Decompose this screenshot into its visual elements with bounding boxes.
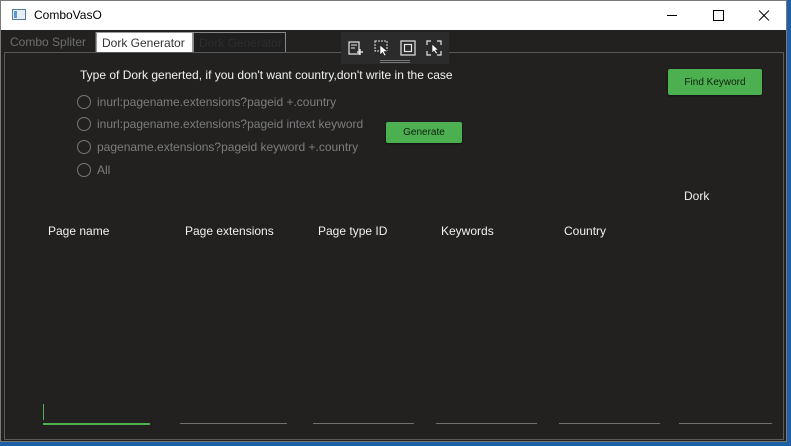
page-extensions-label: Page extensions	[185, 224, 274, 238]
maximize-icon[interactable]	[695, 1, 741, 30]
radio-label: pagename.extensions?pageid keyword +.cou…	[97, 140, 359, 154]
tab-dork-generator[interactable]: Dork Generator	[96, 32, 193, 53]
keywords-input[interactable]	[436, 423, 537, 424]
country-input[interactable]	[559, 423, 660, 424]
radio-button[interactable]	[77, 117, 91, 131]
radio-label: inurl:pagename.extensions?pageid intext …	[97, 117, 364, 131]
app-window: ComboVasO Combo Spliter Dork Generator D…	[0, 0, 787, 442]
window-title: ComboVasO	[34, 8, 102, 22]
minimize-icon[interactable]	[649, 1, 695, 30]
tab-combo-spliter[interactable]: Combo Spliter	[5, 32, 96, 53]
toolbar-drag-handle[interactable]	[380, 60, 410, 63]
radio-option-keyword-country[interactable]: pagename.extensions?pageid keyword +.cou…	[77, 139, 377, 155]
title-bar[interactable]: ComboVasO	[1, 1, 786, 30]
dork-type-heading: Type of Dork generted, if you don't want…	[80, 68, 453, 82]
text-caret	[43, 404, 44, 420]
dork-label: Dork	[684, 189, 710, 203]
keywords-label: Keywords	[441, 224, 494, 238]
radio-label: All	[97, 163, 111, 177]
dork-output-field[interactable]	[679, 423, 772, 424]
tab-content-panel	[4, 52, 784, 440]
radio-option-inurl-intext[interactable]: inurl:pagename.extensions?pageid intext …	[77, 116, 377, 132]
find-keyword-button[interactable]: Find Keyword	[668, 69, 762, 95]
radio-label: inurl:pagename.extensions?pageid +.count…	[97, 95, 337, 109]
select-element-icon[interactable]	[374, 40, 390, 56]
track-focused-element-icon[interactable]	[426, 40, 442, 56]
radio-button[interactable]	[77, 95, 91, 109]
generate-button[interactable]: Generate	[386, 122, 462, 143]
live-visual-tree-icon[interactable]	[348, 40, 364, 56]
radio-button[interactable]	[77, 163, 91, 177]
radio-option-inurl-country[interactable]: inurl:pagename.extensions?pageid +.count…	[77, 94, 377, 110]
page-extensions-input[interactable]	[180, 423, 287, 424]
page-type-id-label: Page type ID	[318, 224, 388, 238]
radio-option-all[interactable]: All	[77, 162, 377, 178]
tab-dork-generator-2[interactable]: Dork Generator	[193, 32, 286, 53]
close-icon[interactable]	[741, 1, 787, 30]
page-name-input[interactable]	[43, 423, 150, 425]
radio-button[interactable]	[77, 140, 91, 154]
debug-toolbar	[341, 32, 449, 64]
page-name-label: Page name	[48, 224, 110, 238]
display-layout-adorners-icon[interactable]	[400, 40, 416, 56]
country-label: Country	[564, 224, 607, 238]
page-type-id-input[interactable]	[313, 423, 414, 424]
app-window-icon	[12, 9, 26, 20]
